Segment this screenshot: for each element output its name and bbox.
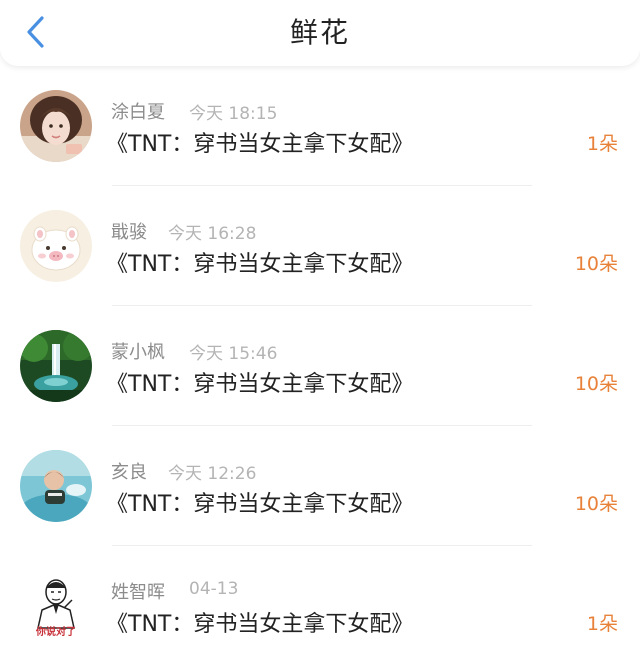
flower-count: 1朵 [586, 133, 618, 155]
sender-name: 涂白夏 [111, 102, 165, 123]
top-nav-bar: 鲜花 [0, 0, 640, 66]
avatar[interactable] [20, 450, 92, 522]
flower-count: 10朵 [574, 493, 618, 515]
list-item[interactable]: 戢骏 今天 16:28 《TNT：穿书当女主拿下女配》 10朵 [0, 186, 640, 306]
book-title: 《TNT：穿书当女主拿下女配》 [106, 132, 414, 157]
timestamp: 今天 15:46 [189, 344, 278, 364]
book-title: 《TNT：穿书当女主拿下女配》 [106, 492, 414, 517]
book-title: 《TNT：穿书当女主拿下女配》 [106, 372, 414, 397]
avatar[interactable] [20, 210, 92, 282]
list-item[interactable]: 蒙小枫 今天 15:46 《TNT：穿书当女主拿下女配》 10朵 [0, 306, 640, 426]
sender-name: 蒙小枫 [111, 342, 165, 363]
avatar[interactable] [20, 330, 92, 402]
flower-count: 10朵 [574, 253, 618, 275]
book-title: 《TNT：穿书当女主拿下女配》 [106, 612, 414, 637]
flower-count: 10朵 [574, 373, 618, 395]
flower-record-list: 涂白夏 今天 18:15 《TNT：穿书当女主拿下女配》 1朵 戢骏 今天 16… [0, 66, 640, 666]
list-item[interactable]: 涂白夏 今天 18:15 《TNT：穿书当女主拿下女配》 1朵 [0, 66, 640, 186]
timestamp: 今天 18:15 [189, 104, 278, 124]
timestamp: 今天 12:26 [168, 464, 257, 484]
flower-count: 1朵 [586, 613, 618, 635]
avatar-caption: 你说对了 [36, 627, 76, 638]
list-item[interactable]: 亥良 今天 12:26 《TNT：穿书当女主拿下女配》 10朵 [0, 426, 640, 546]
avatar[interactable]: 你说对了 [20, 570, 92, 642]
list-item[interactable]: 你说对了 姓智晖 04-13 《TNT：穿书当女主拿下女配》 1朵 [0, 546, 640, 666]
sender-name: 姓智晖 [111, 582, 165, 603]
avatar[interactable] [20, 90, 92, 162]
timestamp: 04-13 [189, 579, 239, 599]
sender-name: 戢骏 [111, 222, 147, 243]
timestamp: 今天 16:28 [168, 224, 257, 244]
page-title: 鲜花 [289, 16, 350, 49]
book-title: 《TNT：穿书当女主拿下女配》 [106, 252, 414, 277]
sender-name: 亥良 [111, 462, 147, 483]
